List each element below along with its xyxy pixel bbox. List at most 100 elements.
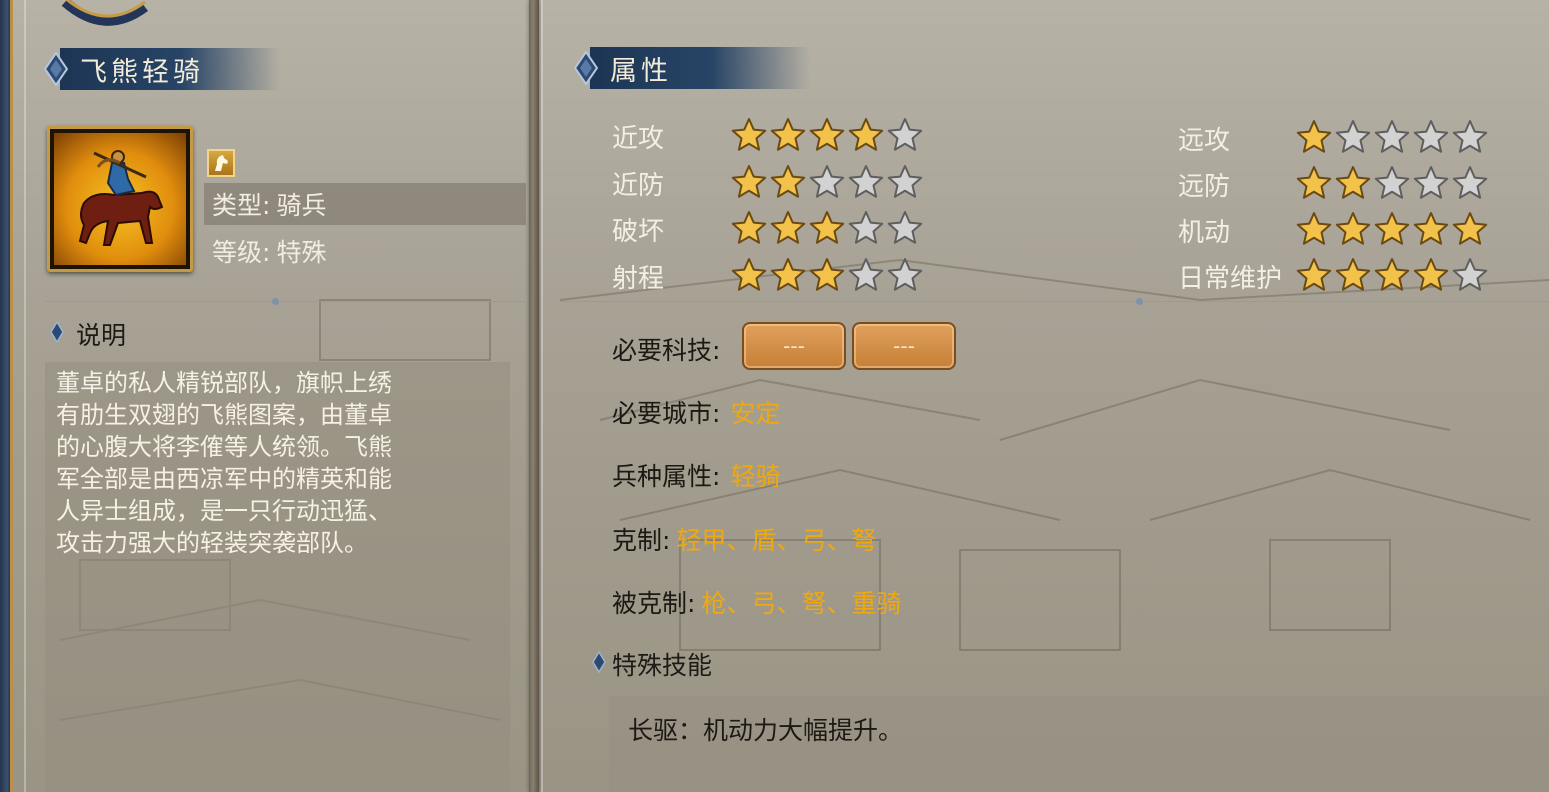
diamond-gem-icon — [572, 47, 600, 89]
required-city-value: 安定 — [730, 399, 781, 428]
troop-attribute-label: 兵种属性: — [612, 462, 721, 491]
star-filled-icon — [1374, 258, 1410, 291]
star-filled-icon — [1335, 258, 1371, 291]
star-filled-icon — [770, 211, 806, 244]
unit-grade-value: 特殊 — [276, 238, 327, 267]
star-empty-icon — [1413, 166, 1449, 199]
star-rating — [730, 116, 924, 154]
unit-grade-label: 等级: — [212, 238, 271, 267]
left-frame-strip — [0, 0, 13, 792]
required-tech-row: 必要科技: — [612, 331, 720, 367]
required-city-label: 必要城市: — [612, 399, 721, 428]
star-rating — [1295, 164, 1489, 202]
star-filled-icon — [731, 258, 767, 291]
stat-label: 日常维护 — [1178, 264, 1283, 294]
star-filled-icon — [731, 211, 767, 244]
left-separator-dot — [272, 298, 279, 305]
star-rating — [730, 256, 924, 294]
star-filled-icon — [1413, 212, 1449, 245]
required-tech-label: 必要科技: — [612, 336, 721, 365]
stat-label: 机动 — [1178, 218, 1231, 248]
star-empty-icon — [1413, 120, 1449, 153]
star-filled-icon — [1296, 212, 1332, 245]
star-rating — [730, 163, 924, 201]
stat-label: 近攻 — [612, 124, 665, 154]
star-empty-icon — [1452, 258, 1488, 291]
required-city-row: 必要城市: 安定 — [612, 394, 780, 430]
cavalry-rider-icon — [78, 150, 164, 246]
star-empty-icon — [848, 165, 884, 198]
right-panel-edge — [541, 0, 543, 792]
star-filled-icon — [809, 258, 845, 291]
star-filled-icon — [770, 258, 806, 291]
unit-name: 飞熊轻骑 — [80, 56, 204, 88]
star-filled-icon — [731, 165, 767, 198]
star-empty-icon — [1374, 166, 1410, 199]
star-filled-icon — [1335, 166, 1371, 199]
troop-attribute-value: 轻骑 — [730, 462, 781, 491]
star-filled-icon — [1374, 212, 1410, 245]
stat-label: 远攻 — [1178, 126, 1231, 156]
star-rating — [1295, 118, 1489, 156]
counters-value: 轻甲、盾、弓、弩 — [676, 526, 877, 555]
attributes-title-bar: 属性 — [572, 47, 810, 89]
description-text: 董卓的私人精锐部队，旗帜上绣 有肋生双翅的飞熊图案，由董卓 的心腹大将李傕等人统… — [56, 369, 392, 557]
top-scroll-ornament — [61, 0, 148, 26]
star-rating — [1295, 256, 1489, 294]
star-filled-icon — [1296, 258, 1332, 291]
star-empty-icon — [1452, 166, 1488, 199]
diamond-bullet-icon — [592, 650, 606, 679]
star-rating — [730, 209, 924, 247]
countered-by-value: 枪、弓、弩、重骑 — [701, 589, 902, 618]
star-filled-icon — [809, 118, 845, 151]
right-separator-dot — [1136, 298, 1143, 305]
star-filled-icon — [770, 118, 806, 151]
description-header: 说明 — [50, 317, 126, 351]
tech-slot-2-button[interactable]: --- — [852, 322, 956, 370]
unit-grade-row: 等级: 特殊 — [204, 230, 526, 272]
special-skill-title: 特殊技能 — [612, 651, 713, 680]
diamond-bullet-icon — [50, 320, 64, 349]
star-filled-icon — [731, 118, 767, 151]
star-filled-icon — [1296, 166, 1332, 199]
left-panel-edge — [24, 0, 26, 792]
diamond-gem-icon — [42, 48, 70, 90]
left-separator — [45, 301, 525, 302]
star-filled-icon — [770, 165, 806, 198]
stat-label: 射程 — [612, 264, 665, 294]
star-filled-icon — [1335, 212, 1371, 245]
unit-title-bar: 飞熊轻骑 — [42, 48, 280, 90]
star-empty-icon — [848, 258, 884, 291]
special-skill-header: 特殊技能 — [592, 647, 712, 681]
special-skill-text: 长驱：机动力大幅提升。 — [628, 716, 904, 745]
horse-head-icon — [207, 149, 235, 177]
star-filled-icon — [1413, 258, 1449, 291]
star-empty-icon — [1374, 120, 1410, 153]
star-empty-icon — [809, 165, 845, 198]
stat-label: 远防 — [1178, 172, 1231, 202]
tech-slot-1-button[interactable]: --- — [742, 322, 846, 370]
star-filled-icon — [1296, 120, 1332, 153]
countered-by-row: 被克制: 枪、弓、弩、重骑 — [612, 584, 901, 620]
star-empty-icon — [887, 118, 923, 151]
right-separator — [560, 301, 1549, 302]
star-empty-icon — [887, 258, 923, 291]
star-empty-icon — [1335, 120, 1371, 153]
unit-type-row: 类型: 骑兵 — [204, 183, 526, 225]
description-title: 说明 — [76, 321, 127, 350]
attributes-title: 属性 — [610, 55, 672, 87]
counters-row: 克制: 轻甲、盾、弓、弩 — [612, 521, 876, 557]
unit-portrait — [47, 126, 193, 272]
star-empty-icon — [887, 165, 923, 198]
star-rating — [1295, 210, 1489, 248]
troop-attribute-row: 兵种属性: 轻骑 — [612, 457, 780, 493]
star-filled-icon — [1452, 212, 1488, 245]
star-filled-icon — [848, 118, 884, 151]
countered-by-label: 被克制: — [612, 589, 696, 618]
counters-label: 克制: — [612, 526, 671, 555]
unit-type-value: 骑兵 — [276, 191, 327, 220]
star-empty-icon — [1452, 120, 1488, 153]
star-empty-icon — [848, 211, 884, 244]
star-empty-icon — [887, 211, 923, 244]
stat-label: 近防 — [612, 171, 665, 201]
